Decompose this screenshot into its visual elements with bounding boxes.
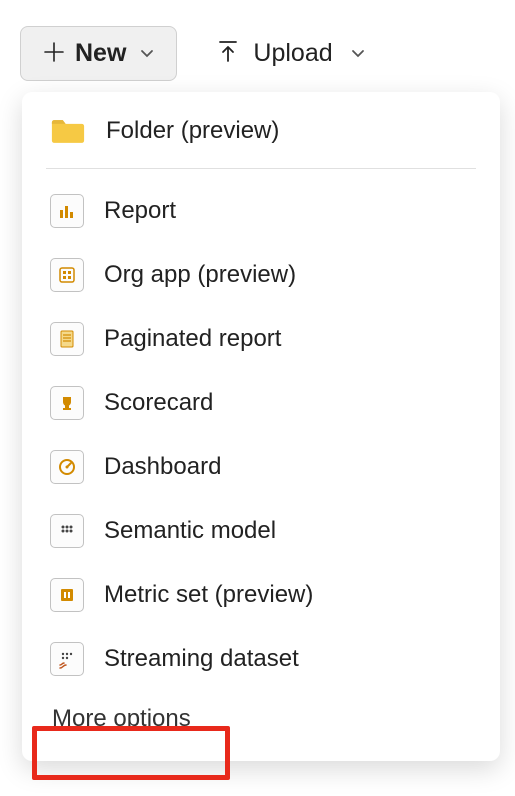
menu-item-paginated-report[interactable]: Paginated report (22, 307, 500, 371)
chevron-down-icon (140, 46, 154, 62)
upload-button-label: Upload (253, 39, 332, 68)
streaming-dataset-icon (50, 642, 84, 676)
menu-item-metric-set[interactable]: Metric set (preview) (22, 563, 500, 627)
report-icon (50, 194, 84, 228)
org-app-icon (50, 258, 84, 292)
new-dropdown-menu: Folder (preview) Report Org app (preview… (22, 92, 500, 761)
scorecard-icon (50, 386, 84, 420)
menu-item-scorecard[interactable]: Scorecard (22, 371, 500, 435)
menu-item-label: Org app (preview) (104, 261, 296, 289)
semantic-model-icon (50, 514, 84, 548)
menu-item-label: Scorecard (104, 389, 213, 417)
menu-item-dashboard[interactable]: Dashboard (22, 435, 500, 499)
menu-item-folder[interactable]: Folder (preview) (22, 98, 500, 164)
menu-item-label: Streaming dataset (104, 645, 299, 673)
paginated-report-icon (50, 322, 84, 356)
menu-item-label: Metric set (preview) (104, 581, 313, 609)
upload-icon (217, 39, 239, 69)
menu-item-streaming-dataset[interactable]: Streaming dataset (22, 627, 500, 691)
chevron-down-icon (351, 46, 365, 62)
menu-item-semantic-model[interactable]: Semantic model (22, 499, 500, 563)
plus-icon (43, 41, 65, 67)
menu-item-label: Folder (preview) (106, 117, 279, 145)
new-button-label: New (75, 39, 126, 68)
divider (46, 168, 476, 169)
toolbar: New Upload (0, 0, 515, 107)
folder-icon (50, 113, 86, 149)
metric-set-icon (50, 578, 84, 612)
menu-item-label: Report (104, 197, 176, 225)
menu-item-label: Dashboard (104, 453, 221, 481)
more-options[interactable]: More options (22, 691, 500, 743)
dashboard-icon (50, 450, 84, 484)
more-options-label: More options (52, 705, 191, 732)
upload-button[interactable]: Upload (217, 39, 364, 69)
menu-item-label: Paginated report (104, 325, 281, 353)
menu-item-org-app[interactable]: Org app (preview) (22, 243, 500, 307)
menu-item-label: Semantic model (104, 517, 276, 545)
new-button[interactable]: New (20, 26, 177, 81)
menu-item-report[interactable]: Report (22, 179, 500, 243)
